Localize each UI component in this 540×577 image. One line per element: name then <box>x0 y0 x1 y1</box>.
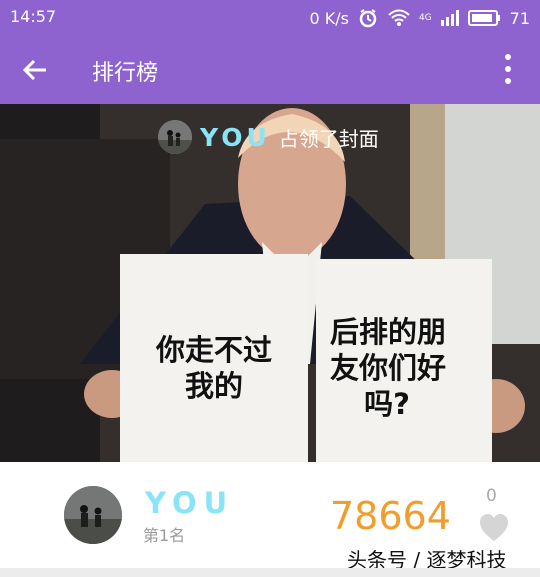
cover-image: YOU 占领了封面 你走不过 我的 后排的朋 友你们好 吗? <box>0 104 540 462</box>
sign-left-line-1: 你走不过 <box>155 333 272 367</box>
like-button[interactable] <box>479 514 509 542</box>
more-vertical-icon <box>505 54 511 84</box>
wifi-icon <box>388 9 410 26</box>
bottom-strip <box>0 568 540 577</box>
more-menu-button[interactable] <box>502 53 514 85</box>
cover-claim: YOU 占领了封面 <box>158 120 379 154</box>
page-title: 排行榜 <box>92 61 159 86</box>
signal-label: 4G <box>418 13 432 23</box>
alarm-icon <box>359 9 377 28</box>
claim-text: 占领了封面 <box>278 126 379 151</box>
avatar <box>64 486 122 544</box>
user-name: YOU <box>145 486 235 520</box>
battery-level: 71 <box>509 8 530 28</box>
sign-right-line-3: 吗? <box>364 387 410 421</box>
sign-left-line-2: 我的 <box>184 369 243 403</box>
rank-label: 第1名 <box>143 526 186 545</box>
sign-right: 后排的朋 友你们好 吗? <box>316 259 492 462</box>
claimant-avatar <box>158 120 192 154</box>
signal-icon <box>440 10 459 26</box>
status-icons: 0 K/s 4G 71 <box>309 7 530 29</box>
leaderboard-entry[interactable]: YOU 第1名 78664 0 头条号 / 逐梦科技 <box>0 462 540 572</box>
status-bar: 14:57 0 K/s 4G 71 <box>0 0 540 34</box>
arrow-left-icon <box>22 59 46 81</box>
sign-right-line-2: 友你们好 <box>330 351 447 385</box>
heart-icon <box>480 514 508 541</box>
score: 78664 <box>330 494 451 538</box>
clock: 14:57 <box>10 7 57 26</box>
sign-right-line-1: 后排的朋 <box>330 315 447 349</box>
battery-icon <box>467 10 500 26</box>
sign-left: 你走不过 我的 <box>120 254 308 462</box>
network-speed: 0 K/s <box>309 8 349 28</box>
back-button[interactable] <box>18 52 54 88</box>
app-bar: 排行榜 <box>0 34 540 104</box>
like-count: 0 <box>486 486 497 506</box>
claimant-name: YOU <box>200 122 271 152</box>
